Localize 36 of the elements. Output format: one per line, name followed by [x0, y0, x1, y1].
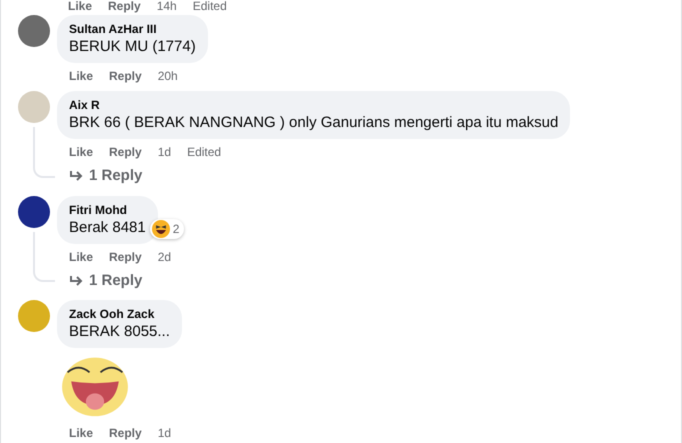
reply-arrow-icon	[69, 170, 83, 182]
reply-link[interactable]: Reply	[109, 426, 142, 440]
like-link[interactable]: Like	[69, 426, 94, 440]
edited-label: Edited	[192, 0, 227, 13]
timestamp: 2d	[158, 250, 172, 264]
laughing-emoji-icon	[152, 220, 170, 238]
comment-text: BERAK 8055...	[69, 322, 170, 342]
like-link[interactable]: Like	[69, 69, 94, 83]
timestamp: 20h	[158, 69, 178, 83]
reply-link[interactable]: Reply	[109, 145, 142, 159]
reply-link[interactable]: Reply	[109, 69, 142, 83]
avatar[interactable]	[18, 196, 50, 228]
comment-text: BERUK MU (1774)	[69, 37, 196, 57]
author-name[interactable]: Sultan AzHar III	[69, 21, 196, 37]
like-link[interactable]: Like	[69, 250, 94, 264]
comment-text: Berak 8481	[69, 218, 146, 238]
edited-label: Edited	[187, 145, 222, 159]
reply-link[interactable]: Reply	[109, 250, 142, 264]
view-replies-link[interactable]: 1 Reply	[57, 270, 184, 292]
like-link[interactable]: Like	[68, 0, 92, 13]
reply-arrow-icon	[69, 274, 83, 287]
view-replies-link[interactable]: 1 Reply	[57, 165, 570, 188]
author-name[interactable]: Fitri Mohd	[69, 202, 146, 218]
like-link[interactable]: Like	[69, 145, 94, 159]
timestamp: 14h	[156, 0, 177, 13]
timestamp: 1d	[158, 426, 172, 440]
comment-text: BRK 66 ( BERAK NANGNANG ) only Ganurians mengerti apa itu maksud	[69, 113, 558, 133]
thread-line	[33, 127, 55, 178]
timestamp: 1d	[158, 145, 172, 159]
reaction-count: 2	[172, 220, 180, 238]
reaction-badge[interactable]: 2	[150, 218, 184, 238]
thread-line	[33, 232, 55, 282]
avatar[interactable]	[18, 15, 50, 47]
author-name[interactable]: Zack Ooh Zack	[69, 306, 170, 322]
author-name[interactable]: Aix R	[69, 97, 558, 113]
reply-link[interactable]: Reply	[108, 0, 141, 13]
